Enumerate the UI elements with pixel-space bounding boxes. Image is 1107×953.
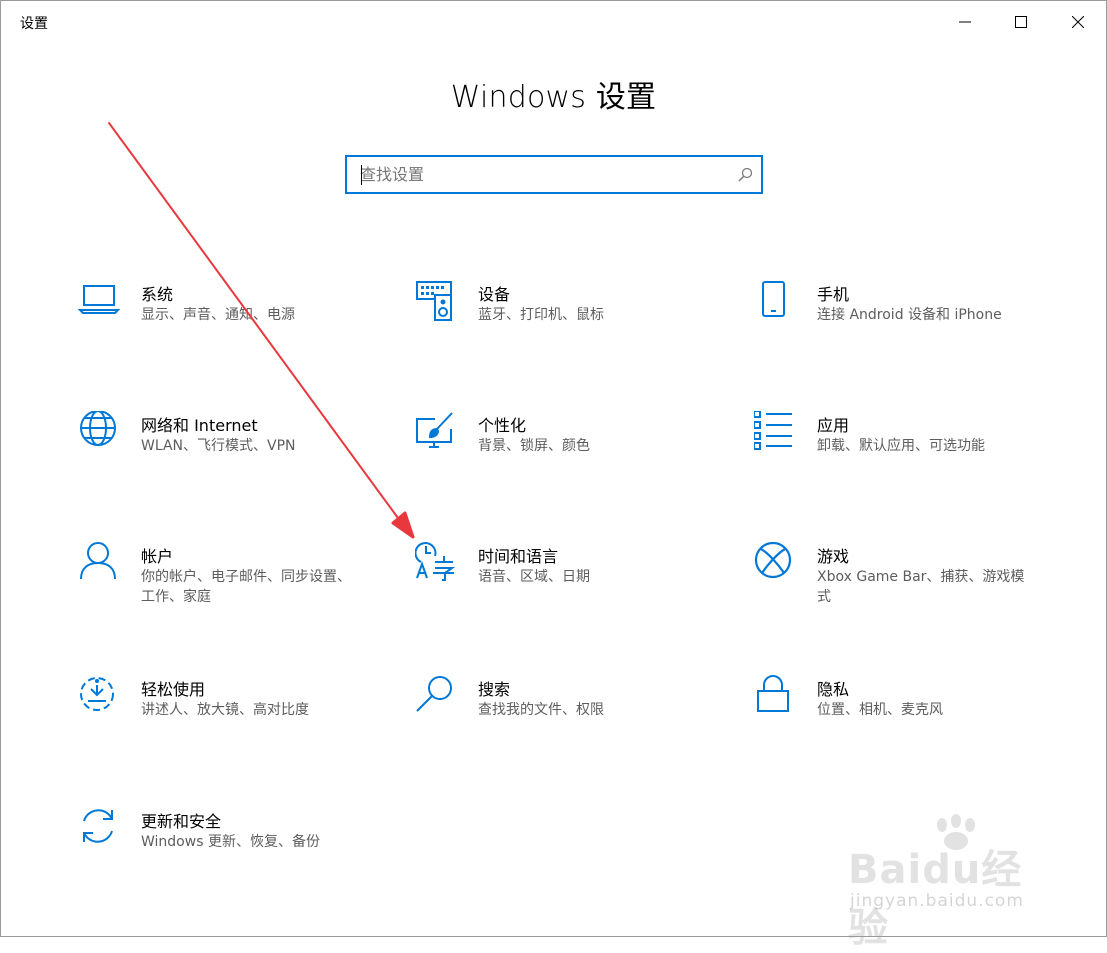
tile-phone[interactable]: 手机 连接 Android 设备和 iPhone: [754, 280, 1054, 370]
window-title: 设置: [20, 16, 48, 32]
tile-name: 手机: [817, 285, 850, 304]
ease-of-access-icon: [78, 675, 120, 717]
close-button[interactable]: [1050, 1, 1106, 43]
tile-accounts[interactable]: 帐户 你的帐户、电子邮件、同步设置、工作、家庭: [78, 542, 378, 632]
tile-description: 讲述人、放大镜、高对比度: [141, 702, 309, 718]
tile-description: 语音、区域、日期: [478, 569, 590, 585]
tile-name: 个性化: [478, 416, 527, 435]
phone-icon: [754, 280, 796, 322]
keyboard-speaker-icon: [415, 280, 457, 322]
tile-name: 系统: [141, 285, 174, 304]
title-bar: 设置: [1, 1, 1106, 43]
magnifier-icon: [415, 675, 457, 717]
tile-network[interactable]: 网络和 Internet WLAN、飞行模式、VPN: [78, 411, 378, 501]
tile-name: 隐私: [817, 680, 850, 699]
close-icon: [1072, 16, 1084, 28]
tile-apps[interactable]: 应用 卸载、默认应用、可选功能: [754, 411, 1054, 501]
tile-name: 游戏: [817, 547, 850, 566]
tile-personalization[interactable]: 个性化 背景、锁屏、颜色: [415, 411, 715, 501]
tile-description: 背景、锁屏、颜色: [478, 438, 590, 454]
globe-icon: [78, 411, 120, 453]
tile-description: 显示、声音、通知、电源: [141, 307, 295, 323]
settings-window: 设置 Windows 设置 系统 显示、声音、通知、电源: [0, 0, 1107, 951]
tile-gaming[interactable]: 游戏 Xbox Game Bar、捕获、游戏模式: [754, 542, 1054, 632]
tile-description: 查找我的文件、权限: [478, 702, 604, 718]
tile-devices[interactable]: 设备 蓝牙、打印机、鼠标: [415, 280, 715, 370]
refresh-icon: [78, 807, 120, 849]
maximize-icon: [1015, 16, 1027, 28]
tile-name: 设备: [478, 285, 511, 304]
tile-description: 位置、相机、麦克风: [817, 702, 943, 718]
xbox-icon: [754, 542, 796, 584]
tile-update-security[interactable]: 更新和安全 Windows 更新、恢复、备份: [78, 807, 378, 897]
paint-brush-icon: [415, 411, 457, 453]
time-language-icon: [415, 542, 457, 584]
paw-icon: [937, 814, 975, 850]
tile-time-language[interactable]: 时间和语言 语音、区域、日期: [415, 542, 715, 632]
minimize-icon: [959, 21, 971, 23]
tile-name: 时间和语言: [478, 547, 559, 566]
tile-description: 连接 Android 设备和 iPhone: [817, 307, 1002, 323]
baidu-watermark: Baidu经验 jingyan.baidu.com: [844, 813, 1054, 951]
watermark-brand: Baidu经验: [848, 847, 1023, 951]
watermark-url: jingyan.baidu.com: [850, 891, 1024, 911]
tile-ease-of-access[interactable]: 轻松使用 讲述人、放大镜、高对比度: [78, 675, 378, 765]
search-input[interactable]: [360, 157, 730, 192]
tile-description: 卸载、默认应用、可选功能: [817, 438, 985, 454]
lock-icon: [754, 675, 796, 717]
tile-name: 应用: [817, 416, 850, 435]
tile-system[interactable]: 系统 显示、声音、通知、电源: [78, 280, 378, 370]
app-list-icon: [754, 411, 796, 453]
page-title: Windows 设置: [450, 80, 657, 115]
tile-name: 轻松使用: [141, 680, 206, 699]
tile-name: 网络和 Internet: [141, 416, 258, 435]
tile-description: Xbox Game Bar、捕获、游戏模式: [817, 569, 1025, 605]
tile-search[interactable]: 搜索 查找我的文件、权限: [415, 675, 715, 765]
tile-description: WLAN、飞行模式、VPN: [141, 438, 296, 454]
tile-privacy[interactable]: 隐私 位置、相机、麦克风: [754, 675, 1054, 765]
text-caret: [361, 165, 362, 185]
laptop-icon: [78, 280, 120, 322]
minimize-button[interactable]: [937, 1, 993, 43]
tile-description: 你的帐户、电子邮件、同步设置、工作、家庭: [141, 569, 351, 605]
search-icon[interactable]: [737, 167, 753, 183]
tile-name: 搜索: [478, 680, 511, 699]
tile-description: 蓝牙、打印机、鼠标: [478, 307, 604, 323]
tile-description: Windows 更新、恢复、备份: [141, 834, 320, 850]
tile-name: 帐户: [141, 547, 174, 566]
search-box[interactable]: [345, 155, 763, 194]
person-icon: [78, 542, 120, 584]
tile-name: 更新和安全: [141, 812, 222, 831]
maximize-button[interactable]: [993, 1, 1049, 43]
